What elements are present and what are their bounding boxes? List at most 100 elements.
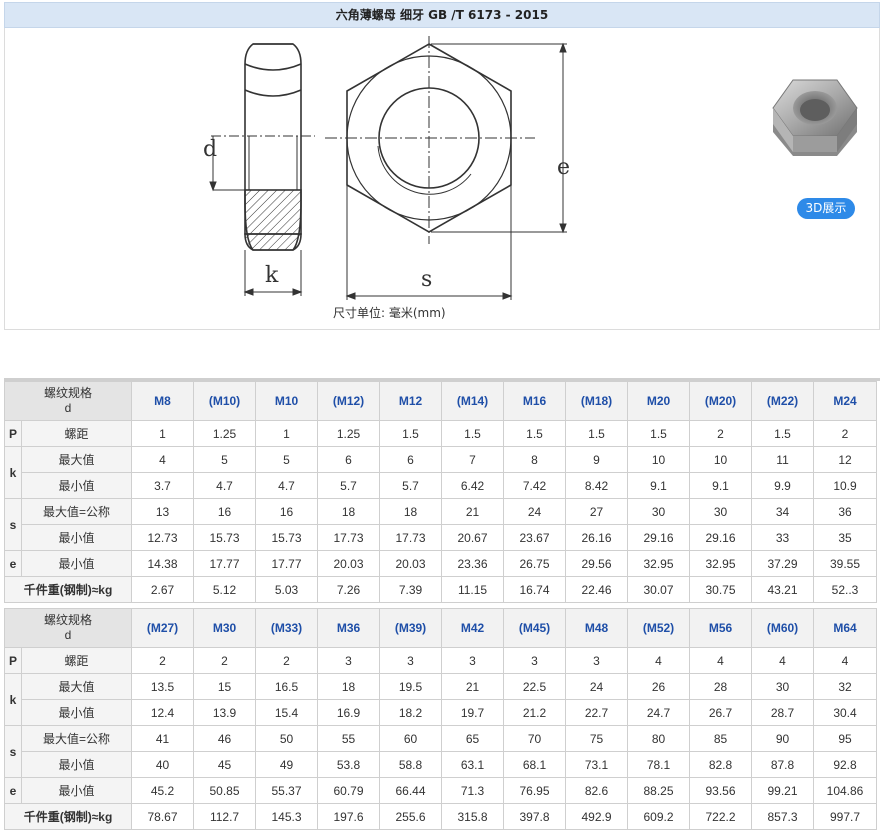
table-cell: 857.3 bbox=[751, 803, 815, 830]
table-row: s 最大值=公称 41 46 50 55 60 65 70 75 80 85 90 95 bbox=[4, 725, 878, 778]
table-cell: 145.3 bbox=[255, 803, 319, 830]
table-cell: 20.67 bbox=[441, 524, 505, 551]
table-cell: 1.5 bbox=[379, 420, 443, 447]
size-header-cell: M8 bbox=[131, 381, 195, 421]
table-cell: 1.5 bbox=[503, 420, 567, 447]
size-header-cell: (M10) bbox=[193, 381, 257, 421]
group-label-k: k bbox=[4, 673, 22, 726]
table-cell: 20.03 bbox=[379, 550, 443, 577]
group-label-e: e bbox=[4, 550, 22, 577]
table-cell: 39.55 bbox=[813, 550, 878, 577]
table-cell: 34 bbox=[751, 498, 815, 525]
table-cell: 16.5 bbox=[255, 673, 319, 700]
table-cell: 16.9 bbox=[317, 699, 381, 726]
table-cell: 3 bbox=[565, 647, 629, 674]
table-cell: 30.07 bbox=[627, 576, 691, 603]
table-cell: 30 bbox=[627, 498, 691, 525]
table-cell: 6.42 bbox=[441, 472, 505, 499]
table-cell: 90 bbox=[751, 725, 815, 752]
group-label-s: s bbox=[4, 725, 22, 778]
thread-d-label: d bbox=[64, 628, 72, 642]
table-cell: 2 bbox=[131, 647, 195, 674]
row-label-pitch: 螺距 bbox=[20, 647, 133, 674]
table-cell: 30.75 bbox=[689, 576, 753, 603]
size-header-cell: (M60) bbox=[751, 608, 815, 648]
label-k: k bbox=[265, 263, 279, 288]
table-cell: 3 bbox=[379, 647, 443, 674]
table-cell: 65 bbox=[441, 725, 505, 752]
table-cell: 40 bbox=[131, 751, 195, 778]
table-cell: 28.7 bbox=[751, 699, 815, 726]
size-header-cell: M36 bbox=[317, 608, 381, 648]
table-cell: 3.7 bbox=[131, 472, 195, 499]
table-cell: 2 bbox=[255, 647, 319, 674]
table-cell: 15.73 bbox=[255, 524, 319, 551]
table-cell: 63.1 bbox=[441, 751, 505, 778]
table-cell: 12.4 bbox=[131, 699, 195, 726]
table-cell: 4 bbox=[689, 647, 753, 674]
table-cell: 68.1 bbox=[503, 751, 567, 778]
table-cell: 30 bbox=[689, 498, 753, 525]
size-header-cell: M12 bbox=[379, 381, 443, 421]
table-cell: 4.7 bbox=[255, 472, 319, 499]
table-cell: 46 bbox=[193, 725, 257, 752]
table-cell: 1 bbox=[255, 420, 319, 447]
table-cell: 7.42 bbox=[503, 472, 567, 499]
table-row: s 最大值=公称 13 16 16 18 18 21 24 27 30 30 34 36 bbox=[4, 498, 878, 551]
size-header-cell: M24 bbox=[813, 381, 878, 421]
table-cell: 43.21 bbox=[751, 576, 815, 603]
row-label-max-nominal: 最大值=公称 bbox=[20, 498, 133, 525]
thread-spec-header: 螺纹规格 d bbox=[3, 381, 133, 421]
table-cell: 85 bbox=[689, 725, 753, 752]
thread-spec-label: 螺纹规格 bbox=[44, 386, 93, 400]
size-header-cell: (M22) bbox=[751, 381, 815, 421]
table-cell: 26.7 bbox=[689, 699, 753, 726]
table-cell: 3 bbox=[441, 647, 505, 674]
table-cell: 55 bbox=[317, 725, 381, 752]
weight-label: 千件重(钢制)≈kg bbox=[3, 803, 133, 830]
table-cell: 21.2 bbox=[503, 699, 567, 726]
front-view bbox=[325, 36, 535, 244]
table-cell: 1.5 bbox=[627, 420, 691, 447]
size-header-cell: M10 bbox=[255, 381, 319, 421]
table-cell: 1.5 bbox=[751, 420, 815, 447]
table-cell: 21 bbox=[441, 498, 505, 525]
table-cell: 16 bbox=[255, 498, 319, 525]
table-cell: 2 bbox=[193, 647, 257, 674]
table-cell: 99.21 bbox=[751, 777, 815, 804]
table-cell: 2 bbox=[813, 420, 878, 447]
table-cell: 5.7 bbox=[379, 472, 443, 499]
table-cell: 95 bbox=[813, 725, 878, 752]
page-title: 六角薄螺母 细牙 GB /T 6173 - 2015 bbox=[4, 2, 880, 28]
table-cell: 1.5 bbox=[441, 420, 505, 447]
row-label-min: 最小值 bbox=[20, 472, 133, 499]
figure-panel: d k e s 尺寸单位: 毫米(mm) 3D展示 bbox=[4, 28, 880, 330]
table-cell: 29.16 bbox=[689, 524, 753, 551]
row-label-pitch: 螺距 bbox=[20, 420, 133, 447]
table-cell: 93.56 bbox=[689, 777, 753, 804]
thread-d-label: d bbox=[64, 401, 72, 415]
table-cell: 29.16 bbox=[627, 524, 691, 551]
group-label-P: P bbox=[4, 420, 22, 447]
table-row: 千件重(钢制)≈kg 78.67 112.7 145.3 197.6 255.6 315.8… bbox=[3, 803, 878, 830]
table-cell: 36 bbox=[813, 498, 878, 525]
size-header-cell: (M14) bbox=[441, 381, 505, 421]
size-header-cell: (M45) bbox=[503, 608, 567, 648]
table-cell: 10.9 bbox=[813, 472, 878, 499]
table-cell: 18 bbox=[317, 673, 381, 700]
table-row: e 最小值 45.2 50.85 55.37 60.79 66.44 71.3 76.95 82.… bbox=[4, 777, 878, 804]
table-cell: 32.95 bbox=[627, 550, 691, 577]
table-cell: 2.67 bbox=[131, 576, 195, 603]
table-row: 最小值 40 45 49 53.8 58.8 63.1 68.1 73.1 78.1 82.8 87.… bbox=[5, 751, 878, 778]
table-row: 最小值 12.73 15.73 15.73 17.73 17.73 20.67 23.67 26… bbox=[5, 524, 878, 551]
size-header-cell: (M39) bbox=[379, 608, 443, 648]
table-cell: 9 bbox=[565, 446, 629, 473]
table-cell: 23.67 bbox=[503, 524, 567, 551]
table-cell: 255.6 bbox=[379, 803, 443, 830]
nut-3d-icon[interactable] bbox=[765, 66, 865, 166]
3d-view-button[interactable]: 3D展示 bbox=[797, 198, 855, 219]
table-cell: 7.26 bbox=[317, 576, 381, 603]
row-label-max-nominal: 最大值=公称 bbox=[20, 725, 133, 752]
table-cell: 3 bbox=[503, 647, 567, 674]
size-header-cell: M42 bbox=[441, 608, 505, 648]
